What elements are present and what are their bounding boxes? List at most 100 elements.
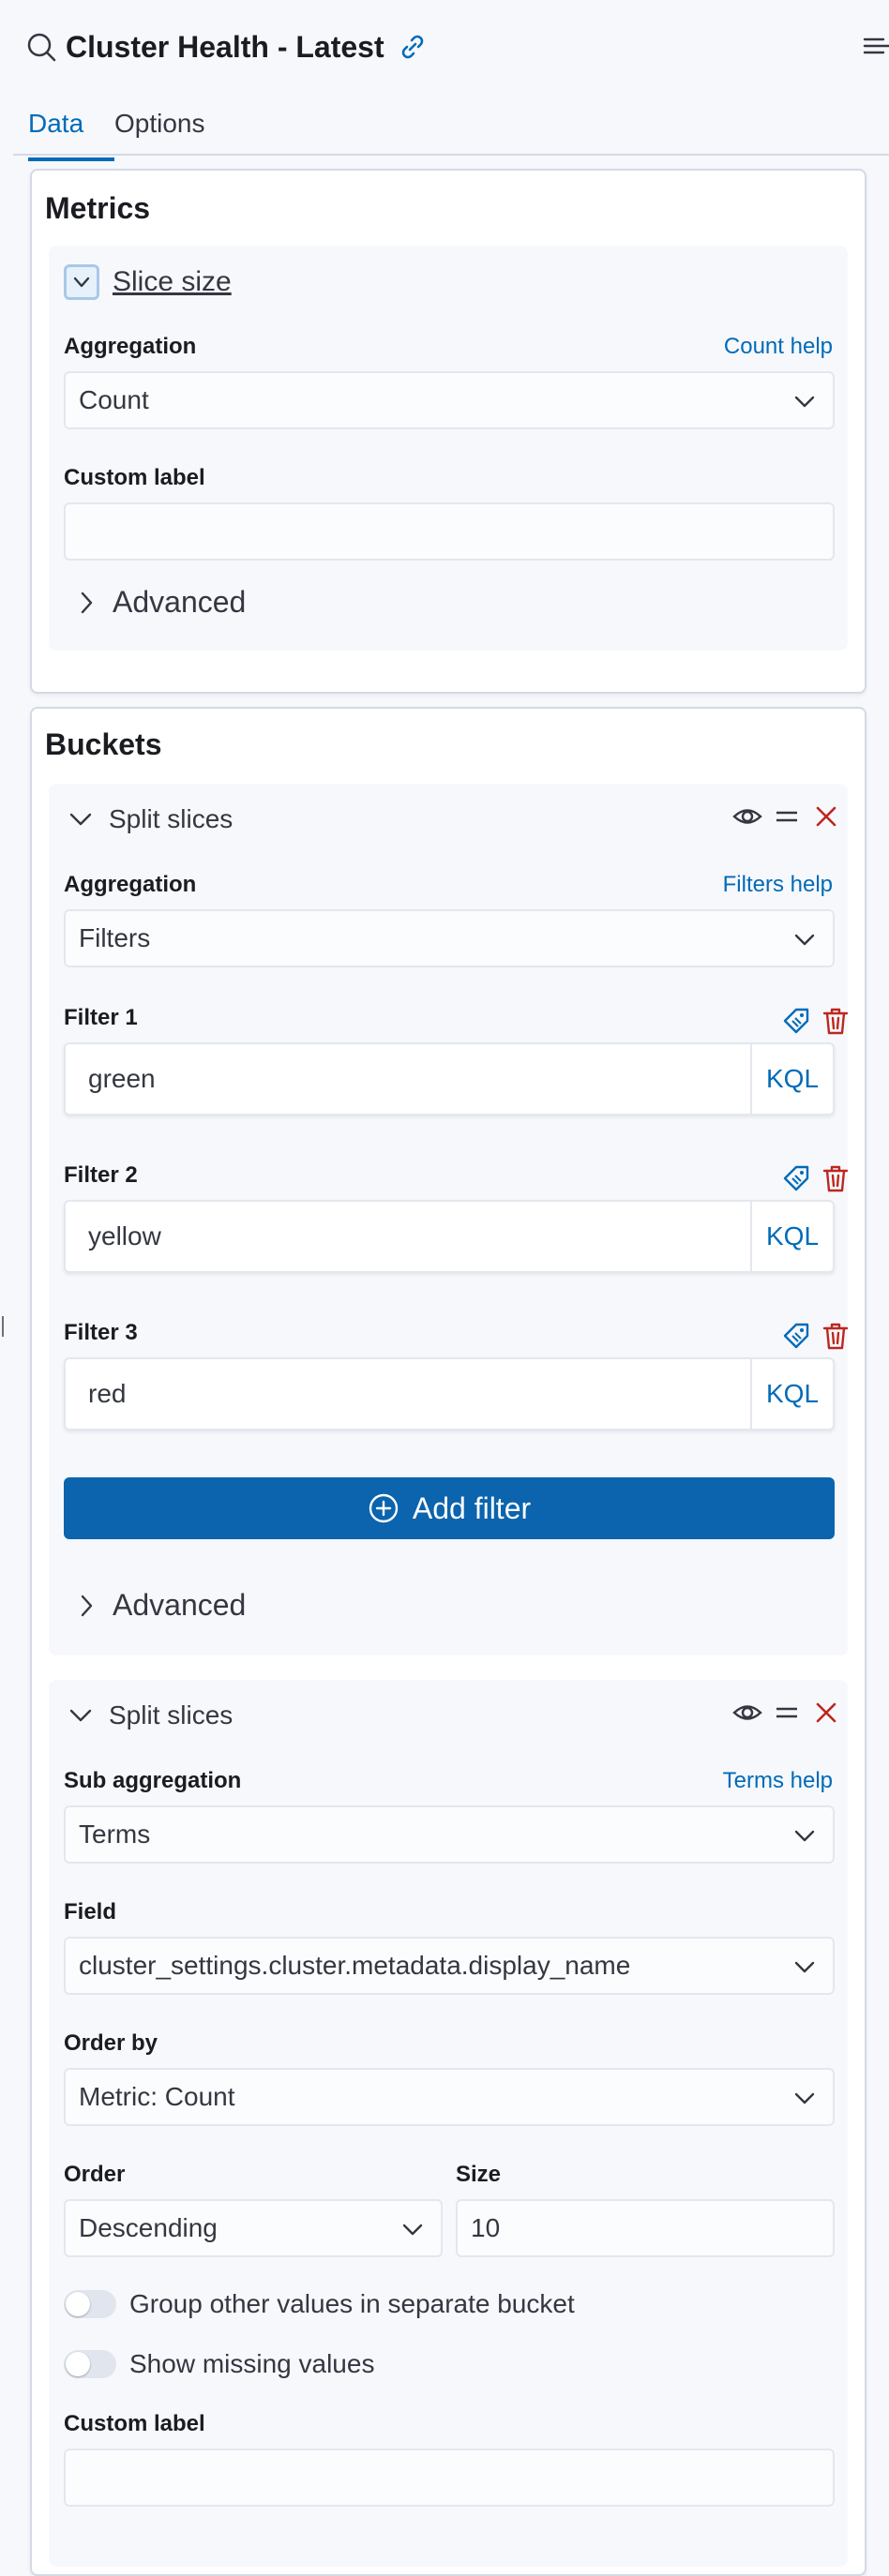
sub-aggregation-select[interactable]: Terms (64, 1805, 835, 1864)
aggregation-select[interactable]: Count (64, 371, 835, 429)
metric-toggle-button[interactable] (64, 264, 99, 300)
advanced-toggle[interactable]: Advanced (77, 585, 246, 620)
chevron-right-icon (81, 592, 93, 613)
custom-label-label: Custom label (64, 2411, 205, 2436)
drag-handle-icon[interactable] (771, 1697, 803, 1729)
aggregation-label: Aggregation (64, 334, 197, 359)
chevron-down-icon (73, 277, 90, 288)
advanced-label: Advanced (113, 1588, 247, 1622)
filter-1-field[interactable]: green KQL (64, 1042, 835, 1116)
filter-3-field[interactable]: red KQL (64, 1357, 835, 1430)
count-help-link[interactable]: Count help (724, 334, 833, 360)
aggregation-select-value: Filters (79, 923, 151, 952)
add-filter-label: Add filter (412, 1490, 532, 1525)
filter-3-value: red (88, 1379, 127, 1408)
filter-3-actions (773, 1320, 851, 1352)
field-select[interactable]: cluster_settings.cluster.metadata.displa… (64, 1937, 835, 1995)
chevron-right-icon (81, 1595, 93, 1616)
tag-icon[interactable] (780, 1320, 812, 1352)
add-filter-button[interactable]: Add filter (64, 1477, 835, 1539)
split-slices-toggle[interactable]: Split slices (68, 804, 233, 834)
order-select-value: Descending (79, 2213, 218, 2242)
sub-aggregation-label: Sub aggregation (64, 1768, 242, 1793)
field-select-value: cluster_settings.cluster.metadata.displa… (79, 1951, 631, 1980)
order-by-select[interactable]: Metric: Count (64, 2068, 835, 2126)
chevron-down-icon (794, 934, 815, 946)
search-icon (26, 31, 66, 63)
chevron-down-icon (402, 2224, 423, 2236)
chevron-down-icon (794, 1830, 815, 1842)
filter-1-value: green (88, 1064, 156, 1093)
filter-1-kql-button[interactable]: KQL (750, 1044, 833, 1114)
tag-icon[interactable] (780, 1162, 812, 1194)
drag-handle-icon[interactable] (771, 801, 803, 832)
filter-2-actions (773, 1162, 851, 1194)
chevron-down-icon (794, 1961, 815, 1973)
group-other-label: Group other values in separate bucket (129, 2289, 575, 2318)
trash-icon[interactable] (820, 1320, 851, 1352)
filter-1-actions (773, 1005, 851, 1037)
order-by-label: Order by (64, 2030, 158, 2056)
filter-3-label: Filter 3 (64, 1320, 138, 1345)
buckets-panel: Buckets Split slices Aggregation Filters… (30, 707, 866, 2576)
metric-agg-title[interactable]: Slice size (113, 266, 232, 298)
filter-2-field[interactable]: yellow KQL (64, 1200, 835, 1273)
filter-3-kql-button[interactable]: KQL (750, 1359, 833, 1429)
show-missing-switch[interactable] (64, 2350, 116, 2378)
filter-1-label: Filter 1 (64, 1005, 138, 1030)
terms-help-link[interactable]: Terms help (723, 1768, 833, 1794)
aggregation-select[interactable]: Filters (64, 909, 835, 967)
custom-label-input[interactable] (64, 2449, 835, 2507)
editor-tabs: Data Options (13, 94, 889, 161)
link-icon[interactable] (384, 30, 429, 64)
close-icon[interactable] (810, 1697, 842, 1729)
close-icon[interactable] (810, 801, 842, 832)
split-slices-toggle[interactable]: Split slices (68, 1700, 233, 1730)
eye-icon[interactable] (731, 1697, 763, 1729)
metrics-title: Metrics (45, 191, 151, 225)
bucket-agg-split-slices-filters: Split slices Aggregation Filters help Fi… (49, 784, 851, 1655)
order-label: Order (64, 2162, 126, 2187)
resize-handle[interactable] (2, 1316, 4, 1337)
split-slices-actions (724, 801, 842, 832)
aggregation-select-value: Count (79, 385, 149, 414)
custom-label-input[interactable] (64, 502, 835, 561)
title-row: Cluster Health - Latest (26, 28, 429, 66)
group-other-switch[interactable] (64, 2290, 116, 2318)
filter-2-label: Filter 2 (64, 1162, 138, 1188)
eye-icon[interactable] (731, 801, 763, 832)
filter-2-value: yellow (88, 1221, 161, 1251)
custom-label-label: Custom label (64, 465, 205, 490)
chevron-down-icon (69, 1709, 92, 1722)
tag-icon[interactable] (780, 1005, 812, 1037)
metrics-panel: Metrics Slice size Aggregation Count hel… (30, 169, 866, 694)
filter-2-kql-button[interactable]: KQL (750, 1202, 833, 1271)
advanced-toggle[interactable]: Advanced (77, 1588, 246, 1623)
buckets-title: Buckets (45, 727, 162, 761)
split-slices-label: Split slices (109, 1700, 234, 1730)
trash-icon[interactable] (820, 1005, 851, 1037)
chevron-down-icon (794, 396, 815, 408)
advanced-label: Advanced (113, 585, 247, 619)
aggregation-label: Aggregation (64, 872, 197, 897)
metric-agg-slice-size: Slice size Aggregation Count help Count … (49, 246, 848, 651)
group-other-toggle[interactable]: Group other values in separate bucket (64, 2289, 575, 2319)
order-select[interactable]: Descending (64, 2199, 443, 2257)
tab-options-label: Options (114, 109, 205, 138)
plus-in-circle-icon (369, 1493, 399, 1523)
sub-aggregation-select-value: Terms (79, 1820, 151, 1849)
size-input[interactable]: 10 (456, 2199, 835, 2257)
editor-header: Cluster Health - Latest (0, 0, 889, 90)
tab-active-indicator (28, 157, 114, 161)
tab-data[interactable]: Data (28, 103, 114, 161)
chevron-down-icon (69, 813, 92, 826)
show-missing-toggle[interactable]: Show missing values (64, 2349, 374, 2379)
trash-icon[interactable] (820, 1162, 851, 1194)
filters-help-link[interactable]: Filters help (723, 872, 833, 898)
bucket-agg-split-slices-terms: Split slices Sub aggregation Terms help … (49, 1680, 848, 2567)
split-slices-actions (724, 1697, 842, 1729)
split-slices-label: Split slices (109, 804, 234, 833)
tab-options[interactable]: Options (114, 103, 205, 144)
page-title: Cluster Health - Latest (66, 29, 384, 64)
size-label: Size (456, 2162, 502, 2187)
